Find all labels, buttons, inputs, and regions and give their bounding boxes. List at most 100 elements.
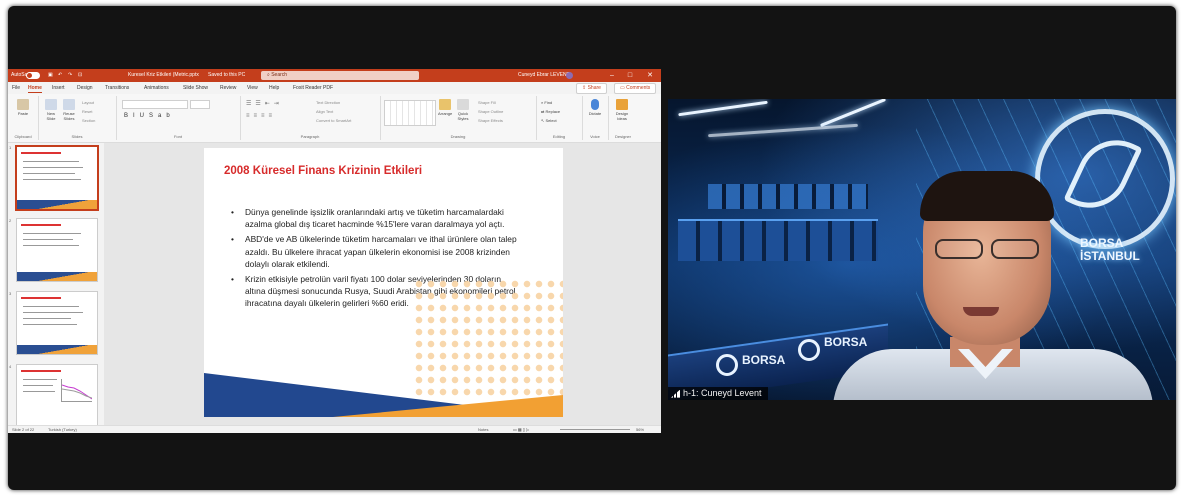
design-ideas-icon xyxy=(616,99,628,110)
share-button[interactable]: ⇪ Share xyxy=(576,83,607,94)
slide-thumbnail[interactable] xyxy=(16,218,98,282)
minimize-button[interactable]: – xyxy=(606,71,618,80)
new-slide-button[interactable]: New Slide xyxy=(44,99,58,121)
layout-button[interactable]: Layout xyxy=(82,100,94,105)
status-bar: Slide 2 of 22 Turkish (Turkey) Notes ▭ ▦… xyxy=(8,425,661,433)
font-size-select[interactable] xyxy=(190,100,210,109)
tab-transitions[interactable]: Transitions xyxy=(105,85,129,91)
notes-button[interactable]: Notes xyxy=(478,427,488,432)
section-button[interactable]: Section xyxy=(82,118,95,123)
zoom-level[interactable]: 56% xyxy=(636,427,644,432)
text-direction-button[interactable]: Text Direction xyxy=(316,100,340,105)
bullet-item: • Dünya genelinde işsizlik oranlarındaki … xyxy=(228,206,518,230)
view-buttons[interactable]: ▭ ▦ ▯ ▷ xyxy=(513,427,529,432)
comments-label: Comments xyxy=(626,85,651,91)
ribbon-group-voice: Dictate Voice xyxy=(582,96,609,140)
ribbon-group-slides: New Slide Reuse Slides Layout Reset Sect… xyxy=(38,96,117,140)
shapes-gallery[interactable] xyxy=(384,100,436,126)
slide-title[interactable]: 2008 Küresel Finans Krizinin Etkileri xyxy=(224,165,422,177)
tab-help[interactable]: Help xyxy=(269,85,279,91)
group-label-drawing: Drawing xyxy=(450,134,466,139)
background-monitors xyxy=(708,184,868,209)
ribbon-group-clipboard: Paste Clipboard xyxy=(8,96,39,140)
dictate-button[interactable]: Dictate xyxy=(588,99,602,116)
thumbnail-title xyxy=(21,297,61,299)
convert-smartart-button[interactable]: Convert to SmartArt xyxy=(316,118,351,123)
thumbnail-number: 3 xyxy=(9,291,12,296)
new-slide-label: New Slide xyxy=(46,111,56,121)
reset-button[interactable]: Reset xyxy=(82,109,92,114)
tab-insert[interactable]: Insert xyxy=(52,85,65,91)
thumbnail-chart-lines xyxy=(61,384,93,400)
font-format-buttons[interactable]: BIUSab xyxy=(124,113,175,119)
close-button[interactable]: ✕ xyxy=(644,71,656,80)
search-input[interactable]: ⌕ Search xyxy=(261,71,419,80)
bullet-icon: • xyxy=(231,207,234,217)
tab-view[interactable]: View xyxy=(247,85,258,91)
shape-effects-button[interactable]: Shape Effects xyxy=(478,118,503,123)
align-buttons[interactable]: ≡≡≡≡ xyxy=(246,113,276,119)
search-placeholder: Search xyxy=(271,72,288,78)
dictate-label: Dictate xyxy=(588,111,602,116)
tab-review[interactable]: Review xyxy=(220,85,236,91)
arrange-label: Arrange xyxy=(438,111,453,116)
shape-fill-button[interactable]: Shape Fill xyxy=(478,100,496,105)
design-ideas-button[interactable]: Design Ideas xyxy=(615,99,629,121)
slide-thumbnail[interactable] xyxy=(16,291,98,355)
thumbnail-number: 4 xyxy=(9,364,12,369)
maximize-button[interactable]: □ xyxy=(624,71,636,80)
align-text-button[interactable]: Align Text xyxy=(316,109,333,114)
thumbnail-line xyxy=(23,173,75,174)
group-label-font: Font xyxy=(173,134,182,139)
language-indicator[interactable]: Turkish (Turkey) xyxy=(48,427,77,432)
font-name-select[interactable] xyxy=(122,100,188,109)
slide-thumbnails-pane: 1 2 3 4 xyxy=(8,143,104,428)
tab-slide-show[interactable]: Slide Show xyxy=(183,85,208,91)
bullet-text: ABD'de ve AB ülkelerinde tüketim harcama… xyxy=(245,234,517,269)
thumbnail-line xyxy=(23,179,81,180)
find-button[interactable]: ⌕ Find xyxy=(541,100,552,105)
participant-video: BORSA İSTANBUL BORSA BORSA h-1: Cuneyd L… xyxy=(668,99,1176,400)
list-buttons[interactable]: ☰☰⇤⇥ xyxy=(246,100,283,107)
group-label-clipboard: Clipboard xyxy=(14,134,32,139)
find-label: Find xyxy=(544,100,553,105)
tab-foxit[interactable]: Foxit Reader PDF xyxy=(293,85,333,91)
undo-icon[interactable]: ↶ xyxy=(58,72,62,78)
user-name[interactable]: Cuneyd Ebrar LEVENT xyxy=(518,72,570,78)
save-icon[interactable]: ▣ xyxy=(48,72,53,78)
comments-button[interactable]: ▭ Comments xyxy=(614,83,657,94)
tab-animations[interactable]: Animations xyxy=(144,85,169,91)
slide-thumbnail[interactable] xyxy=(15,145,99,211)
reuse-slides-button[interactable]: Reuse Slides xyxy=(62,99,76,121)
replace-button[interactable]: ⇄ Replace xyxy=(541,109,560,114)
thumbnail-line xyxy=(23,391,55,392)
thumbnail-line xyxy=(23,239,73,240)
ceiling-light xyxy=(708,123,858,138)
thumbnail-band xyxy=(17,272,97,281)
arrange-button[interactable]: Arrange xyxy=(438,99,452,116)
select-button[interactable]: ↖ Select xyxy=(541,118,557,123)
avatar[interactable] xyxy=(566,72,573,79)
present-icon[interactable]: ⊡ xyxy=(78,72,82,78)
autosave-toggle[interactable] xyxy=(26,72,40,79)
slide-editing-canvas[interactable]: 2008 Küresel Finans Krizinin Etkileri • D… xyxy=(104,143,661,425)
thumbnail-line xyxy=(23,318,71,319)
group-label-voice: Voice xyxy=(590,134,600,139)
tab-home[interactable]: Home xyxy=(28,85,42,93)
tab-file[interactable]: File xyxy=(12,85,20,91)
bullet-text: Dünya genelinde işsizlik oranlarındaki a… xyxy=(245,207,505,230)
redo-icon[interactable]: ↷ xyxy=(68,72,72,78)
bullet-item: • ABD'de ve AB ülkelerinde tüketim harcam… xyxy=(228,233,518,270)
document-title: Kuresel Kriz Etkileri (Metric.pptx xyxy=(128,72,199,78)
stand-text: BORSA xyxy=(824,335,868,349)
quick-styles-button[interactable]: Quick Styles xyxy=(456,99,470,121)
shared-screen-powerpoint: AutoSave ▣ ↶ ↷ ⊡ Kuresel Kriz Etkileri (… xyxy=(8,69,661,433)
zoom-slider[interactable] xyxy=(560,429,630,430)
shape-outline-button[interactable]: Shape Outline xyxy=(478,109,503,114)
tab-design[interactable]: Design xyxy=(77,85,93,91)
paste-button[interactable]: Paste xyxy=(16,99,30,116)
current-slide[interactable]: 2008 Küresel Finans Krizinin Etkileri • D… xyxy=(204,148,563,417)
slide-thumbnail[interactable] xyxy=(16,364,98,428)
title-bar: AutoSave ▣ ↶ ↷ ⊡ Kuresel Kriz Etkileri (… xyxy=(8,69,661,82)
select-label: Select xyxy=(545,118,557,123)
